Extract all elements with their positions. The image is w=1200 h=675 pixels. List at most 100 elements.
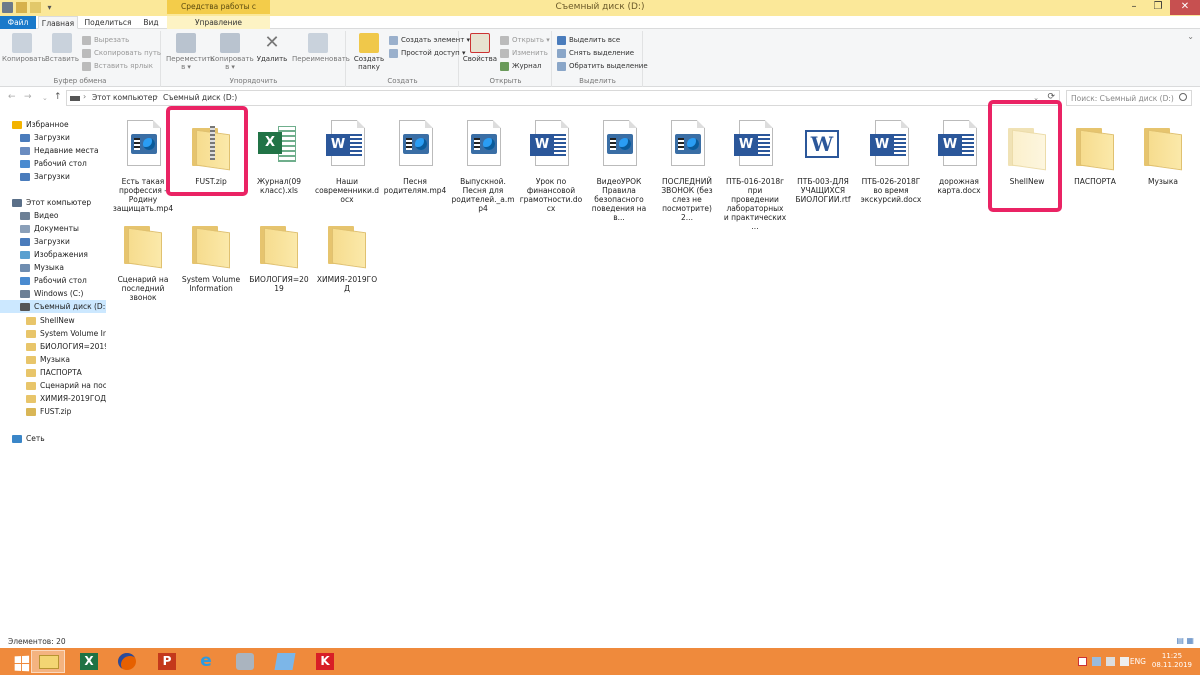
file-item[interactable]: БИОЛОГИЯ=2019 (246, 218, 312, 293)
file-item[interactable]: W ПТБ-026-2018Г во время экскурсий.docx (858, 120, 924, 204)
cut-button[interactable]: Вырезать (82, 34, 129, 46)
move-to-button[interactable]: Переместить в ▾ (166, 33, 215, 71)
address-bar[interactable]: › Этот компьютер › Съемный диск (D:) ⌄ ⟳ (66, 90, 1060, 106)
breadcrumb-this-pc[interactable]: Этот компьютер (92, 93, 157, 102)
clock[interactable]: 11:25 08.11.2019 (1152, 652, 1192, 670)
rename-button[interactable]: Переименовать (292, 33, 350, 63)
file-item[interactable]: ХИМИЯ-2019ГОД (314, 218, 380, 293)
nav-item[interactable]: Загрузки (0, 170, 106, 183)
copy-to-button[interactable]: Копировать в ▾ (210, 33, 254, 71)
invert-selection-button[interactable]: Обратить выделение (557, 60, 648, 72)
file-item[interactable]: W Урок по финансовой грамотности.docx (518, 120, 584, 213)
tab-file[interactable]: Файл (0, 16, 36, 29)
nav-item[interactable]: FUST.zip (0, 405, 106, 418)
paste-shortcut-button[interactable]: Вставить ярлык (82, 60, 153, 72)
breadcrumb-drive-d[interactable]: Съемный диск (D:) (163, 93, 237, 102)
file-item[interactable]: X Журнал(09 класс).xls (246, 120, 312, 195)
nav-item[interactable]: Документы (0, 222, 106, 235)
taskbar-app[interactable] (228, 650, 262, 673)
view-toggle-icons[interactable]: ▤ ▦ (1176, 636, 1194, 645)
taskbar-firefox[interactable] (110, 650, 144, 673)
qat-dropdown-icon[interactable]: ▾ (44, 2, 55, 13)
network-tray-icon[interactable] (1106, 657, 1115, 666)
select-none-button[interactable]: Снять выделение (557, 47, 634, 59)
up-button[interactable]: ↑ (54, 92, 62, 102)
properties-button[interactable]: Свойства (460, 33, 500, 63)
nav-item[interactable]: Сеть (0, 432, 106, 445)
excel-icon: X (80, 653, 98, 670)
file-item[interactable]: ПАСПОРТА (1062, 120, 1128, 186)
action-center-icon[interactable] (1078, 657, 1087, 666)
nav-item[interactable]: Загрузки (0, 235, 106, 248)
taskbar-notepad[interactable] (268, 650, 302, 673)
new-folder-icon[interactable] (30, 2, 41, 13)
file-item[interactable]: System Volume Information (178, 218, 244, 293)
system-menu-icon[interactable] (2, 2, 13, 13)
nav-item[interactable]: Рабочий стол (0, 274, 106, 287)
nav-item[interactable]: Windows (C:) (0, 287, 106, 300)
new-folder-button[interactable]: Создать папку (349, 33, 389, 71)
nav-item[interactable]: БИОЛОГИЯ=2019 (0, 340, 106, 353)
chevron-right-icon[interactable]: › (155, 92, 158, 101)
nav-item[interactable]: Избранное (0, 118, 106, 131)
paste-button[interactable]: Вставить (42, 33, 82, 63)
taskbar-kaspersky[interactable]: K (308, 650, 342, 673)
tab-manage[interactable]: Управление (167, 16, 270, 29)
nav-item[interactable]: Изображения (0, 248, 106, 261)
tab-share[interactable]: Поделиться (80, 16, 136, 29)
device-icon[interactable] (1092, 657, 1101, 666)
easy-access-button[interactable]: Простой доступ ▾ (389, 47, 465, 59)
delete-button[interactable]: ✕ Удалить (252, 32, 292, 64)
nav-item[interactable]: ХИМИЯ-2019ГОД (0, 392, 106, 405)
file-item[interactable]: W Наши современники.docx (314, 120, 380, 204)
nav-item[interactable]: Рабочий стол (0, 157, 106, 170)
maximize-button[interactable]: ❐ (1146, 0, 1170, 15)
minimize-button[interactable]: – (1122, 0, 1146, 15)
delete-x-icon: ✕ (264, 32, 280, 53)
forward-button[interactable]: → (24, 92, 32, 102)
edit-button[interactable]: Изменить (500, 47, 548, 59)
back-button[interactable]: ← (8, 92, 16, 102)
taskbar-powerpoint[interactable]: P (150, 650, 184, 673)
file-item[interactable]: ВидеоУРОК Правила безопасного поведения … (586, 120, 652, 222)
open-button[interactable]: Открыть ▾ (500, 34, 550, 46)
ribbon-expand-icon[interactable]: ⌄ (1187, 32, 1194, 41)
nav-item[interactable]: Съемный диск (D:) (0, 300, 106, 313)
file-item[interactable]: Wдорожная карта.docx (926, 120, 992, 195)
nav-item[interactable]: ПАСПОРТА (0, 366, 106, 379)
nav-item[interactable]: Сценарий на пос. (0, 379, 106, 392)
history-button[interactable]: Журнал (500, 60, 541, 72)
nav-item[interactable]: ShellNew (0, 314, 106, 327)
file-item[interactable]: ПОСЛЕДНИЙ ЗВОНОК (без слез не посмотрите… (654, 120, 720, 222)
nav-item[interactable]: Видео (0, 209, 106, 222)
copy-path-button[interactable]: Скопировать путь (82, 47, 161, 59)
tab-view[interactable]: Вид (138, 16, 164, 29)
file-item[interactable]: Выпускной. Песня для родителей._а.mp4 (450, 120, 516, 213)
search-input[interactable]: Поиск: Съемный диск (D:) (1066, 90, 1192, 106)
new-item-button[interactable]: Создать элемент ▾ (389, 34, 470, 46)
nav-item[interactable]: Этот компьютер (0, 196, 106, 209)
copy-button[interactable]: Копировать (2, 33, 46, 63)
language-indicator[interactable]: ENG (1130, 657, 1146, 666)
nav-item[interactable]: Музыка (0, 261, 106, 274)
taskbar-explorer[interactable] (31, 650, 65, 673)
close-button[interactable]: ✕ (1170, 0, 1200, 15)
file-item[interactable]: Сценарий на последний звонок (110, 218, 176, 302)
taskbar-excel[interactable]: X (72, 650, 106, 673)
tab-home[interactable]: Главная (38, 16, 78, 29)
file-item[interactable]: Музыка (1130, 120, 1196, 186)
file-item[interactable]: W ПТБ-003-ДЛЯ УЧАЩИХСЯ БИОЛОГИИ.rtf (790, 120, 856, 204)
nav-item[interactable]: System Volume In (0, 327, 106, 340)
properties-icon[interactable] (16, 2, 27, 13)
notepad-icon (274, 653, 296, 670)
file-item[interactable]: W ПТБ-016-2018г при проведении лабораторн… (722, 120, 788, 231)
nav-item[interactable]: Загрузки (0, 131, 106, 144)
file-item[interactable]: Песня родителям.mp4 (382, 120, 448, 195)
recent-locations-icon[interactable]: ⌄ (42, 94, 48, 102)
volume-icon[interactable] (1120, 657, 1129, 666)
select-all-button[interactable]: Выделить все (557, 34, 620, 46)
nav-item[interactable]: Недавние места (0, 144, 106, 157)
chevron-right-icon[interactable]: › (83, 92, 86, 101)
nav-item[interactable]: Музыка (0, 353, 106, 366)
taskbar-ie[interactable]: e (189, 650, 223, 673)
